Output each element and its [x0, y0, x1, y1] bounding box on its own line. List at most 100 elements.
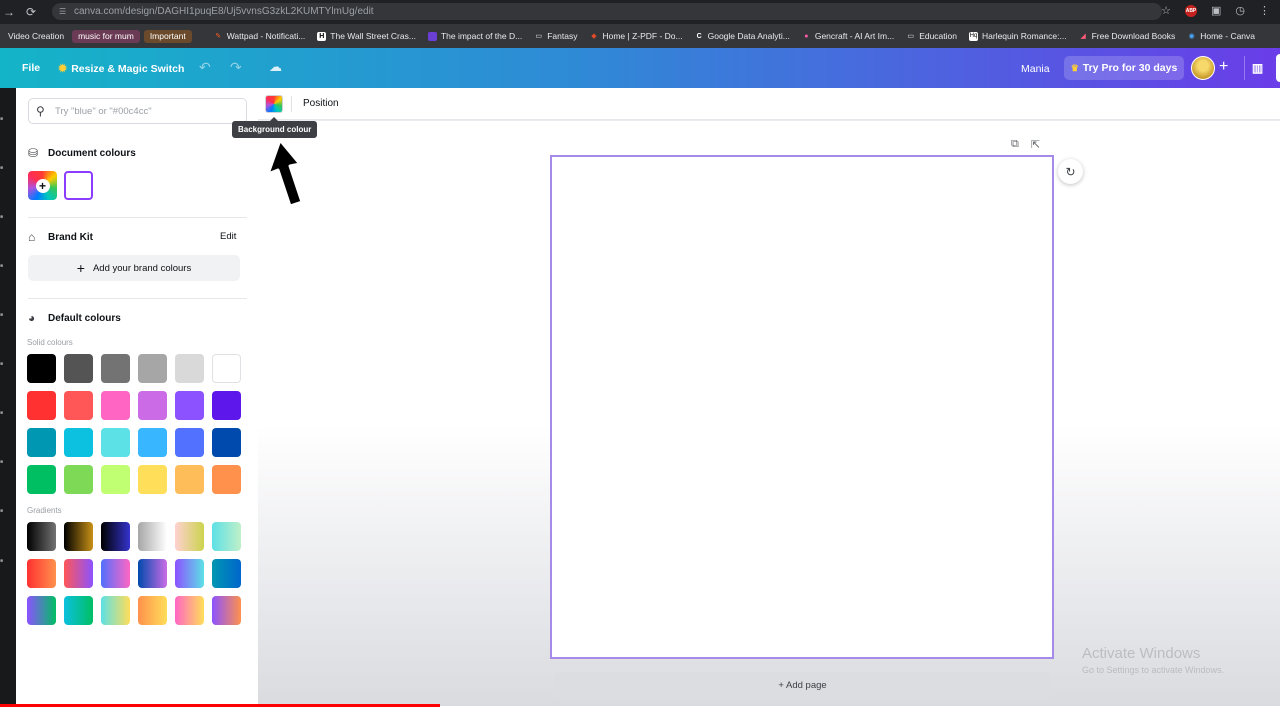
- undo-icon[interactable]: ↶: [199, 59, 211, 76]
- gradient-swatch[interactable]: [175, 522, 204, 551]
- bookmark-wattpad[interactable]: ✎ Wattpad - Notificati...: [208, 27, 312, 45]
- gradient-swatch[interactable]: [212, 559, 241, 588]
- redo-icon[interactable]: ↷: [230, 59, 242, 76]
- solid-colour-swatch[interactable]: [64, 354, 93, 383]
- gradient-swatch[interactable]: [138, 596, 167, 625]
- bookmark-fantasy[interactable]: ▭ Fantasy: [528, 27, 583, 45]
- video-progress-bar[interactable]: [0, 704, 441, 707]
- bookmark-google-data[interactable]: C Google Data Analyti...: [689, 27, 796, 45]
- try-pro-button[interactable]: ♛ Try Pro for 30 days: [1064, 56, 1184, 80]
- rail-item[interactable]: ■: [0, 116, 3, 122]
- bookmark-zpdf[interactable]: ◆ Home | Z-PDF - Do...: [583, 27, 688, 45]
- add-page-icon[interactable]: ⇱: [1031, 138, 1040, 151]
- h-icon: H: [317, 31, 327, 41]
- gradient-swatch[interactable]: [212, 596, 241, 625]
- solid-colour-swatch[interactable]: [101, 428, 130, 457]
- rail-item[interactable]: ■: [0, 508, 3, 514]
- gradient-swatch[interactable]: [27, 596, 56, 625]
- gradient-swatch[interactable]: [64, 522, 93, 551]
- gradient-swatch[interactable]: [212, 522, 241, 551]
- solid-colour-swatch[interactable]: [64, 465, 93, 494]
- site-info-icon[interactable]: ☰: [59, 7, 66, 16]
- solid-colour-swatch[interactable]: [175, 354, 204, 383]
- brand-kit-edit-link[interactable]: Edit: [220, 231, 236, 242]
- bookmark-home-canva[interactable]: ◉ Home - Canva: [1181, 27, 1261, 45]
- gradient-swatch[interactable]: [64, 559, 93, 588]
- bookmark-star-icon[interactable]: ☆: [1161, 4, 1171, 17]
- rail-item[interactable]: ■: [0, 165, 3, 171]
- extension-icon[interactable]: ABP: [1184, 4, 1197, 17]
- design-owner[interactable]: Mania: [1021, 63, 1050, 75]
- bookmark-wall-street[interactable]: H The Wall Street Cras...: [311, 27, 422, 45]
- background-colour-button[interactable]: [265, 95, 283, 113]
- bookmark-free-download-books[interactable]: ◢ Free Download Books: [1073, 27, 1182, 45]
- rail-item[interactable]: ■: [0, 214, 3, 220]
- cloud-save-icon[interactable]: ☁: [269, 59, 282, 75]
- gradient-swatch[interactable]: [101, 522, 130, 551]
- solid-colour-swatch[interactable]: [101, 465, 130, 494]
- extensions-puzzle-icon[interactable]: ▣: [1211, 4, 1221, 17]
- bookmark-education[interactable]: ▭ Education: [900, 27, 963, 45]
- solid-colour-swatch[interactable]: [175, 391, 204, 420]
- solid-colour-swatch[interactable]: [101, 354, 130, 383]
- solid-colour-swatch[interactable]: [27, 428, 56, 457]
- file-menu-button[interactable]: File: [22, 62, 40, 74]
- solid-colour-swatch[interactable]: [138, 354, 167, 383]
- rail-item[interactable]: ■: [0, 459, 3, 465]
- gradient-swatch[interactable]: [101, 596, 130, 625]
- solid-colour-swatch[interactable]: [27, 391, 56, 420]
- solid-colour-swatch[interactable]: [27, 354, 56, 383]
- add-page-button[interactable]: + Add page: [554, 672, 1051, 699]
- bookmark-gencraft[interactable]: ● Gencraft - AI Art Im...: [796, 27, 900, 45]
- menu-icon[interactable]: ⋮: [1259, 4, 1270, 17]
- solid-colour-swatch[interactable]: [212, 391, 241, 420]
- solid-colour-swatch[interactable]: [138, 428, 167, 457]
- solid-colour-swatch[interactable]: [64, 391, 93, 420]
- bookmark-video-creation[interactable]: Video Creation: [2, 27, 70, 45]
- bookmark-music-for-mum[interactable]: music for mum: [72, 29, 140, 43]
- bookmark-impact[interactable]: The impact of the D...: [422, 27, 528, 45]
- solid-colour-swatch[interactable]: [212, 465, 241, 494]
- gradient-swatch[interactable]: [138, 559, 167, 588]
- solid-colour-swatch[interactable]: [138, 391, 167, 420]
- rail-item[interactable]: ■: [0, 361, 3, 367]
- colour-search-input[interactable]: ⚲ Try "blue" or "#00c4cc": [28, 98, 247, 124]
- share-button[interactable]: [1276, 54, 1280, 82]
- rail-item[interactable]: ■: [0, 312, 3, 318]
- add-colour-swatch[interactable]: +: [28, 171, 57, 200]
- gradient-swatch[interactable]: [175, 596, 204, 625]
- position-button[interactable]: Position: [303, 98, 339, 109]
- rail-item[interactable]: ■: [0, 263, 3, 269]
- gradient-swatch[interactable]: [138, 522, 167, 551]
- refresh-icon[interactable]: ↻: [1058, 159, 1083, 184]
- gradient-swatch[interactable]: [27, 559, 56, 588]
- solid-colour-swatch[interactable]: [175, 465, 204, 494]
- solid-colour-swatch[interactable]: [64, 428, 93, 457]
- duplicate-page-icon[interactable]: ⧉: [1011, 138, 1019, 151]
- gradient-swatch[interactable]: [64, 596, 93, 625]
- bookmark-important[interactable]: Important: [143, 29, 192, 43]
- resize-button[interactable]: ✹ Resize & Magic Switch: [58, 62, 184, 76]
- gradient-swatch[interactable]: [175, 559, 204, 588]
- url-field[interactable]: ☰ canva.com/design/DAGHI1puqE8/Uj5vvnsG3…: [52, 3, 1162, 20]
- forward-icon[interactable]: →: [0, 3, 18, 21]
- document-colour-white[interactable]: [64, 171, 93, 200]
- solid-colour-swatch[interactable]: [212, 428, 241, 457]
- design-page[interactable]: [550, 155, 1054, 659]
- rail-item[interactable]: ■: [0, 558, 3, 564]
- bookmark-harlequin[interactable]: Hq Harlequin Romance:...: [963, 27, 1073, 45]
- solid-colour-swatch[interactable]: [212, 354, 241, 383]
- solid-colour-swatch[interactable]: [27, 465, 56, 494]
- rail-item[interactable]: ■: [0, 410, 3, 416]
- add-collaborator-icon[interactable]: +: [1219, 58, 1228, 76]
- insights-icon[interactable]: ▥: [1244, 56, 1270, 80]
- avatar[interactable]: [1191, 56, 1215, 80]
- solid-colour-swatch[interactable]: [138, 465, 167, 494]
- solid-colour-swatch[interactable]: [175, 428, 204, 457]
- gradient-swatch[interactable]: [27, 522, 56, 551]
- reload-icon[interactable]: ⟳: [22, 3, 40, 21]
- history-icon[interactable]: ◷: [1235, 4, 1245, 17]
- gradient-swatch[interactable]: [101, 559, 130, 588]
- solid-colour-swatch[interactable]: [101, 391, 130, 420]
- add-brand-colours-button[interactable]: + Add your brand colours: [28, 255, 240, 281]
